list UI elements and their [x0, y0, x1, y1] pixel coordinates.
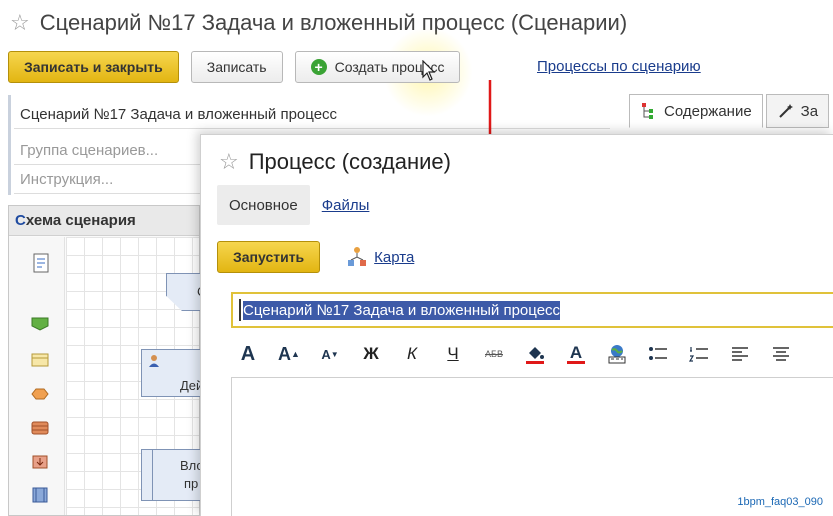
numbers-icon [689, 347, 708, 362]
align-left-glyph [732, 347, 748, 361]
end-shape-icon[interactable] [31, 455, 49, 469]
background-color-icon[interactable] [518, 339, 552, 369]
color-bar [567, 361, 585, 364]
processes-by-scenario-link[interactable]: Процессы по сценарию [537, 58, 701, 75]
magic-wand-icon [778, 104, 793, 118]
schema-title-rest: хема сценария [25, 212, 136, 229]
tab-tasks-label: За [800, 102, 819, 120]
strikethrough-icon[interactable]: АБВ [477, 339, 511, 369]
plus-circle-icon: + [310, 59, 327, 75]
align-left-icon[interactable] [723, 339, 757, 369]
tree-icon [642, 103, 653, 119]
schema-title-first-letter: С [15, 212, 26, 229]
back-toolbar: Записать и закрыть Записать + Создать пр… [8, 50, 472, 84]
star-icon[interactable]: ☆ [10, 12, 30, 34]
tab-main[interactable]: Основное [217, 185, 310, 225]
formatting-toolbar: A A ▲ A ▼ Ж К Ч АБВ A [231, 337, 805, 371]
scenario-name-field[interactable]: Сценарий №17 Задача и вложенный процесс [14, 101, 610, 129]
front-window-title: Процесс (создание) [248, 149, 451, 174]
schema-header: С хема сценария [9, 206, 199, 236]
schema-canvas[interactable]: С Дей Вло пр [66, 237, 206, 515]
divider [14, 164, 200, 165]
scenario-schema-panel: С хема сценария С [8, 205, 206, 516]
front-window-tabs: Основное Файлы [217, 185, 381, 225]
text-color-icon[interactable]: A [559, 339, 593, 369]
action-shape-icon[interactable] [31, 353, 49, 367]
process-creation-window: ☆ Процесс (создание) Основное Файлы Запу… [200, 134, 833, 516]
tab-content-label: Содержание [664, 102, 752, 120]
mouse-cursor-icon [422, 60, 436, 81]
insert-image-icon[interactable] [600, 339, 634, 369]
font-size-increase-icon[interactable]: A ▲ [272, 339, 306, 369]
italic-icon[interactable]: К [395, 339, 429, 369]
bulleted-list-icon[interactable] [641, 339, 675, 369]
back-window-tabs: Содержание За [629, 94, 832, 128]
shape-divider [152, 450, 153, 500]
process-subject-field[interactable]: Сценарий №17 Задача и вложенный процесс [231, 292, 833, 328]
run-button[interactable]: Запустить [217, 241, 321, 273]
globe-image-icon [608, 345, 626, 364]
back-window-title: Сценарий №17 Задача и вложенный процесс … [39, 10, 628, 35]
font-icon[interactable]: A [231, 339, 265, 369]
shape-label: пр [184, 476, 199, 491]
align-center-icon[interactable] [764, 339, 798, 369]
format-glyph: A [569, 343, 583, 362]
font-size-decrease-icon[interactable]: A ▼ [313, 339, 347, 369]
properties-icon[interactable] [31, 253, 51, 273]
user-icon [149, 355, 159, 367]
format-glyph: A [321, 346, 331, 362]
selected-subject-text: Сценарий №17 Задача и вложенный процесс [243, 300, 561, 320]
text-caret [239, 299, 241, 321]
instruction-field[interactable]: Инструкция... [20, 171, 113, 188]
tab-files[interactable]: Файлы [310, 185, 382, 225]
map-link[interactable]: Карта [374, 249, 414, 266]
paint-bucket-icon [526, 347, 544, 364]
bold-icon[interactable]: Ж [354, 339, 388, 369]
save-and-close-button[interactable]: Записать и закрыть [8, 51, 179, 83]
tab-tasks[interactable]: За [765, 94, 830, 128]
tab-content[interactable]: Содержание [629, 94, 763, 128]
front-toolbar: Запустить Карта [217, 241, 414, 273]
back-window-title-bar: ☆ Сценарий №17 Задача и вложенный процес… [10, 8, 627, 38]
nested-process-shape-icon[interactable] [31, 487, 49, 503]
shape-palette [9, 237, 65, 515]
condition-shape-icon[interactable] [31, 387, 49, 401]
watermark-label: 1bpm_faq03_090 [737, 496, 823, 508]
schema-shape-nested-process[interactable]: Вло пр [141, 449, 206, 501]
process-map-icon [348, 247, 367, 266]
bullets-icon [649, 347, 667, 360]
save-button[interactable]: Записать [190, 51, 283, 83]
format-glyph: A [278, 343, 292, 364]
underline-icon[interactable]: Ч [436, 339, 470, 369]
scenario-group-field[interactable]: Группа сценариев... [20, 142, 158, 159]
schema-shape-action[interactable]: Дей [141, 349, 206, 397]
front-window-title-bar: ☆ Процесс (создание) [219, 149, 451, 175]
align-center-glyph [773, 347, 789, 361]
divider [14, 193, 200, 194]
numbered-list-icon[interactable] [682, 339, 716, 369]
star-icon[interactable]: ☆ [219, 151, 239, 173]
left-accent-bar [8, 95, 11, 195]
process-shape-icon[interactable] [31, 421, 49, 435]
start-shape-icon[interactable] [31, 317, 49, 331]
